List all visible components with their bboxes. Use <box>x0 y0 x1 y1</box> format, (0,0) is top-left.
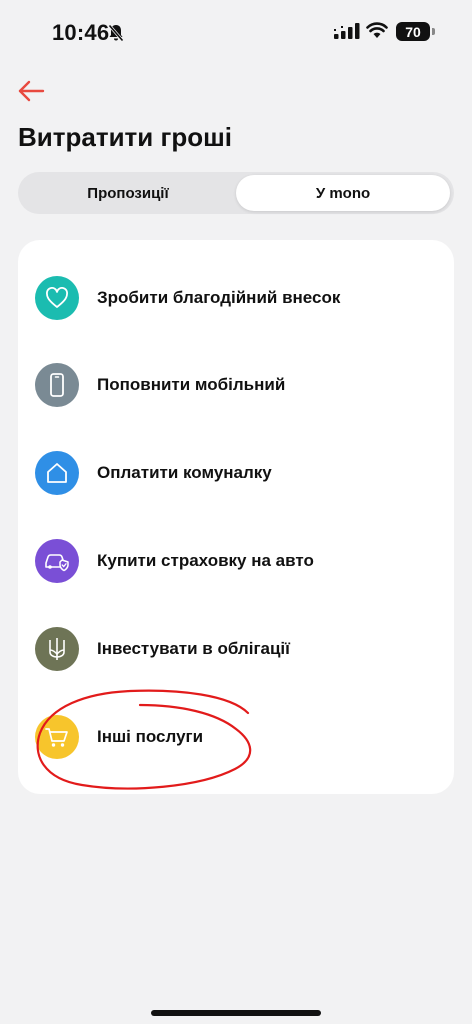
service-other[interactable]: Інші послуги <box>18 701 454 773</box>
service-car-insurance[interactable]: Купити страховку на авто <box>18 525 454 597</box>
service-charity[interactable]: Зробити благодійний внесок <box>18 262 454 334</box>
status-bar: 10:46 70 <box>0 0 472 64</box>
house-icon <box>35 451 79 495</box>
service-label: Оплатити комуналку <box>97 463 272 482</box>
status-time: 10:46 <box>52 20 110 45</box>
trident-icon <box>35 627 79 671</box>
service-label: Зробити благодійний внесок <box>97 288 341 307</box>
service-label: Купити страховку на авто <box>97 551 314 570</box>
tab-in-mono[interactable]: У mono <box>236 175 450 211</box>
service-utilities[interactable]: Оплатити комуналку <box>18 437 454 509</box>
phone-icon <box>35 363 79 407</box>
arrow-left-icon <box>18 80 45 102</box>
wifi-icon <box>366 21 388 44</box>
signal-icon <box>334 23 360 44</box>
battery-cap <box>432 28 435 35</box>
service-label: Інші послуги <box>97 727 204 746</box>
car-shield-icon <box>35 539 79 583</box>
service-bonds[interactable]: Інвестувати в облігації <box>18 613 454 685</box>
cart-icon <box>35 715 79 759</box>
bell-slash-icon <box>108 24 124 47</box>
segmented-control: Пропозиції У mono <box>18 172 454 214</box>
tab-proposals[interactable]: Пропозиції <box>21 175 235 211</box>
service-label: Інвестувати в облігації <box>97 639 290 658</box>
back-button[interactable] <box>16 78 46 104</box>
service-mobile-topup[interactable]: Поповнити мобільний <box>18 349 454 421</box>
service-label: Поповнити мобільний <box>97 375 286 394</box>
services-card: Зробити благодійний внесок Поповнити моб… <box>18 240 454 794</box>
heart-icon <box>35 276 79 320</box>
page-title: Витратити гроші <box>18 122 232 152</box>
home-indicator[interactable] <box>151 1010 321 1016</box>
battery-icon: 70 <box>396 22 430 41</box>
